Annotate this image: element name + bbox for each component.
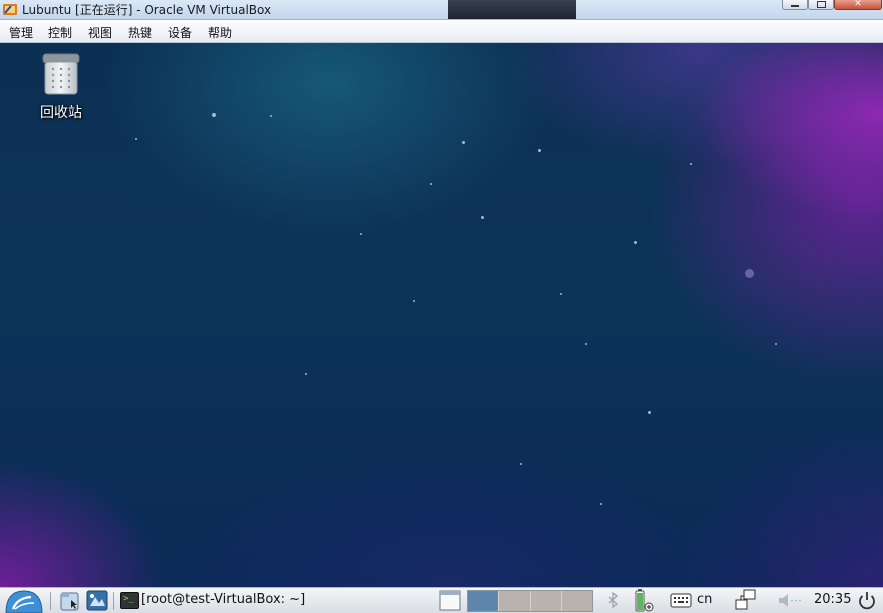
wallpaper-star	[481, 216, 484, 219]
terminal-icon: >_	[120, 592, 139, 609]
minimize-button[interactable]	[782, 0, 808, 10]
keyboard-icon	[670, 593, 692, 608]
wallpaper-star	[360, 233, 362, 235]
desktop[interactable]: 回收站	[0, 43, 883, 587]
taskbar: >_ [root@test-VirtualBox: ~] cn 20:35	[0, 587, 883, 613]
desktop-icon-trash[interactable]: 回收站	[30, 53, 92, 122]
keyboard-layout-indicator[interactable]: cn	[697, 592, 712, 607]
network-tray-button[interactable]	[734, 588, 758, 613]
workspace-2[interactable]	[499, 591, 531, 611]
wallpaper-star	[648, 411, 651, 414]
bluetooth-tray-button[interactable]	[606, 588, 620, 613]
wallpaper-star	[305, 373, 307, 375]
menubar: 管理 控制 视图 热键 设备 帮助	[0, 20, 883, 43]
wallpaper-star	[690, 163, 692, 165]
workspace-3[interactable]	[530, 591, 562, 611]
menu-control[interactable]: 控制	[46, 23, 74, 42]
taskbar-separator	[113, 592, 114, 610]
wallpaper-star	[585, 343, 587, 345]
close-icon: ✕	[854, 0, 862, 9]
workspace-1[interactable]	[468, 591, 500, 611]
power-button[interactable]	[856, 588, 878, 613]
file-manager-icon	[60, 592, 79, 611]
titlebar-overlay	[448, 0, 576, 19]
maximize-button[interactable]	[808, 0, 834, 10]
window-list-button[interactable]	[439, 588, 461, 613]
wallpaper-star	[462, 141, 465, 144]
wallpaper-star	[634, 241, 637, 244]
volume-tray-button[interactable]	[776, 588, 802, 613]
menu-devices[interactable]: 设备	[166, 23, 194, 42]
keyboard-tray-button[interactable]	[670, 588, 692, 613]
window-title: Lubuntu [正在运行] - Oracle VM VirtualBox	[22, 3, 272, 17]
wallpaper-star	[135, 138, 137, 140]
battery-icon	[635, 589, 654, 612]
battery-tray-button[interactable]	[634, 588, 656, 613]
wallpaper-star	[413, 300, 415, 302]
window-titlebar[interactable]: Lubuntu [正在运行] - Oracle VM VirtualBox ✕	[0, 0, 883, 20]
menu-manage[interactable]: 管理	[7, 23, 35, 42]
window-list-icon	[439, 590, 461, 611]
network-icon	[735, 589, 756, 610]
maximize-icon	[816, 1, 826, 8]
wallpaper-star	[520, 463, 522, 465]
taskbar-separator	[50, 592, 51, 610]
wallpaper-star	[538, 149, 541, 152]
show-desktop-icon	[86, 590, 108, 611]
desktop-icon-label: 回收站	[40, 105, 82, 121]
file-manager-launcher[interactable]	[58, 588, 82, 613]
task-label: [root@test-VirtualBox: ~]	[141, 592, 306, 607]
menu-help[interactable]: 帮助	[206, 23, 234, 42]
volume-icon	[779, 594, 801, 607]
wallpaper-star	[270, 115, 272, 117]
close-button[interactable]: ✕	[834, 0, 882, 10]
show-desktop-launcher[interactable]	[85, 588, 109, 613]
wallpaper-star	[430, 183, 432, 185]
workspace-4[interactable]	[561, 591, 592, 611]
wallpaper-star	[560, 293, 562, 295]
clock[interactable]: 20:35	[814, 592, 851, 607]
taskbar-task-terminal[interactable]: >_ [root@test-VirtualBox: ~]	[116, 588, 320, 613]
virtualbox-icon	[3, 4, 17, 15]
wallpaper-star	[600, 503, 602, 505]
wallpaper-star	[745, 269, 754, 278]
trash-icon	[42, 53, 80, 95]
bluetooth-icon	[608, 591, 619, 609]
workspace-pager	[467, 590, 593, 612]
start-menu-button[interactable]	[4, 588, 44, 613]
wallpaper-star	[212, 113, 216, 117]
lubuntu-start-icon	[5, 590, 43, 613]
minimize-icon	[791, 5, 799, 7]
menu-hotkeys[interactable]: 热键	[126, 23, 154, 42]
wallpaper-star	[775, 343, 777, 345]
menu-view[interactable]: 视图	[86, 23, 114, 42]
power-icon	[859, 592, 875, 610]
